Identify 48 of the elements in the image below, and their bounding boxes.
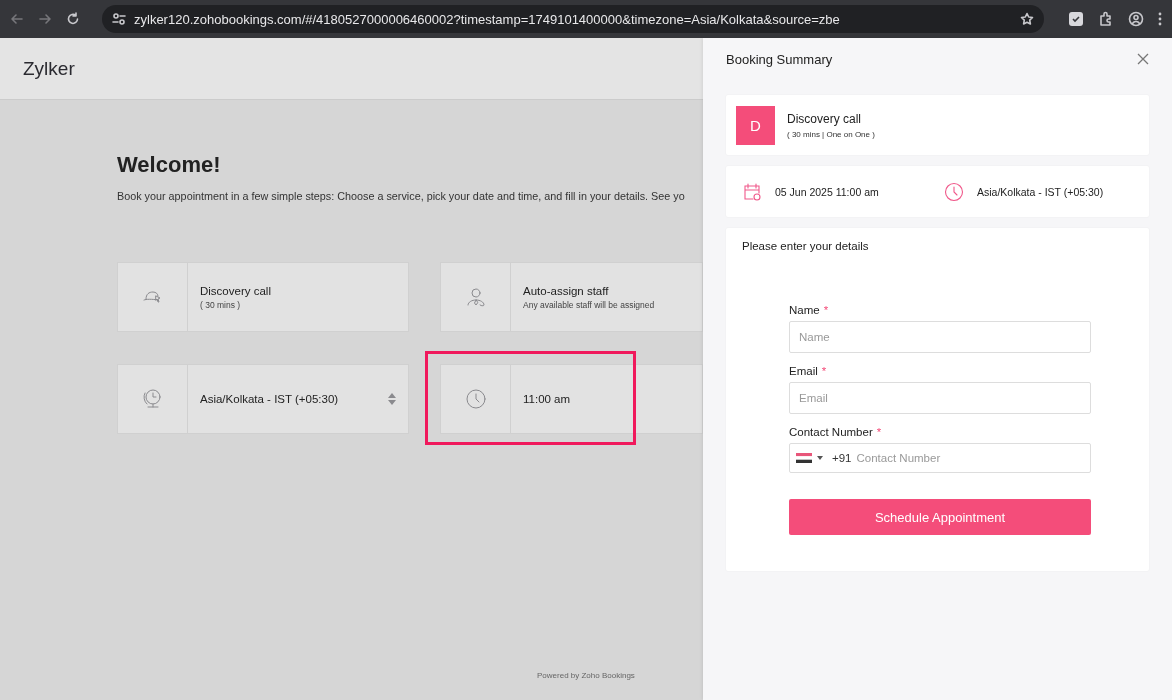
option-card[interactable]: Discovery call ( 30 mins ) (117, 262, 409, 332)
input-field[interactable]: Name (789, 321, 1091, 353)
service-avatar: D (736, 105, 775, 145)
site-settings-icon[interactable] (112, 12, 126, 26)
field-label: Name (789, 304, 820, 316)
card-title: Auto-assign staff (523, 284, 610, 297)
required-mark: * (823, 304, 829, 316)
required-mark: * (821, 365, 827, 377)
option-card[interactable]: 11:00 am (440, 364, 703, 434)
forward-icon[interactable] (38, 12, 52, 26)
card-subtitle: ( 30 mins ) (200, 299, 242, 310)
url-text: zylker120.zohobookings.com/#/4180527000006460002?timestamp=1749101400000&timezone=Asia/Kolkata&source=zbe (134, 11, 841, 27)
calendar-icon (742, 181, 762, 202)
option-card[interactable]: Asia/Kolkata - IST (+05:30) (117, 364, 409, 434)
close-icon[interactable] (1137, 53, 1149, 65)
welcome-heading: Welcome! (117, 152, 222, 178)
timezone-text: Asia/Kolkata - IST (+05:30) (977, 185, 1104, 198)
date-time-text: 05 Jun 2025 11:00 am (775, 185, 879, 198)
dial-code: +91 (832, 452, 852, 464)
form-title: Please enter your details (742, 240, 870, 252)
required-mark: * (876, 426, 882, 438)
card-subtitle: Any available staff will be assigned (523, 299, 655, 310)
star-icon[interactable] (1020, 12, 1034, 26)
flag-icon (796, 453, 812, 463)
card-title: 11:00 am (523, 393, 571, 405)
service-name: Discovery call (787, 111, 862, 126)
panel-title: Booking Summary (726, 51, 833, 67)
field-label: Contact Number (789, 426, 873, 438)
field-label: Email (789, 365, 818, 377)
address-bar[interactable]: zylker120.zohobookings.com/#/4180527000006460002?timestamp=1749101400000&timezone=Asia/Kolkata&source=zbe (102, 5, 1044, 33)
service-details: ( 30 mins | One on One ) (787, 129, 875, 139)
intro-text: Book your appointment in a few simple steps: Choose a service, pick your date and time, and fill in your details. See yo (117, 190, 685, 202)
back-icon[interactable] (10, 12, 24, 26)
option-card[interactable]: Auto-assign staff Any available staff will be assigned (440, 262, 703, 332)
reload-icon[interactable] (66, 12, 80, 26)
clock-icon (944, 181, 964, 202)
phone-field[interactable]: +91 Contact Number (789, 443, 1091, 473)
card-title: Discovery call (200, 284, 271, 297)
profile-icon[interactable] (1128, 11, 1144, 27)
menu-icon[interactable] (1158, 12, 1162, 26)
brand-name: Zylker (23, 57, 75, 80)
footer-text: Powered by Zoho Bookings (537, 671, 636, 682)
clock-icon (463, 387, 488, 411)
caret-icon[interactable] (817, 456, 823, 460)
card-title: Asia/Kolkata - IST (+05:30) (200, 393, 339, 405)
input-field[interactable]: Email (789, 382, 1091, 414)
sort-icon (388, 393, 396, 405)
puzzle-icon[interactable] (1098, 11, 1114, 27)
